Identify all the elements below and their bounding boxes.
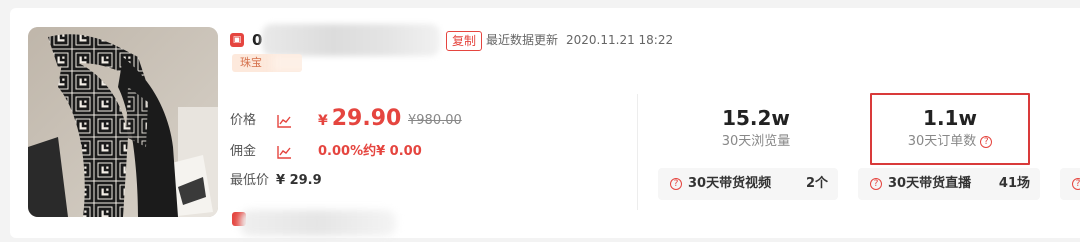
update-time: 2020.11.21 18:22 xyxy=(566,33,674,47)
title-row: ▣ 0 复制 最近数据更新 2020.11.21 18:22 xyxy=(230,24,790,56)
commission-label: 佣金 xyxy=(230,144,257,159)
shop-bag-icon: ▣ xyxy=(230,33,244,47)
lowest-price-row: 最低价 ¥ 29.9 xyxy=(230,170,430,192)
highlight-box xyxy=(870,93,1030,165)
price-trend-icon[interactable] xyxy=(277,114,292,128)
category-tag: 珠宝 xyxy=(232,54,302,72)
tag-blur xyxy=(272,54,302,72)
bottom-blur xyxy=(240,210,396,236)
copy-button[interactable]: 复制 xyxy=(446,31,482,51)
commission-trend-icon[interactable] xyxy=(277,145,292,159)
update-label: 最近数据更新 xyxy=(486,33,559,47)
help-icon[interactable]: ? xyxy=(1072,178,1080,190)
commission-row: 佣金 0.00%约¥ 0.00 xyxy=(230,141,630,163)
price-label: 价格 xyxy=(230,113,257,128)
help-icon[interactable]: ? xyxy=(870,178,882,190)
price-value: 29.90 xyxy=(331,106,402,131)
category-tag-text: 珠宝 xyxy=(240,56,262,69)
lowest-price-label: 最低价 xyxy=(230,173,270,188)
divider xyxy=(637,94,638,210)
price-row: 价格 ¥29.90 ¥980.00 xyxy=(230,106,630,132)
stat-views-label: 30天浏览量 xyxy=(721,134,791,149)
update-info: 最近数据更新 2020.11.21 18:22 xyxy=(486,31,673,49)
pill-lives-value: 41场 xyxy=(998,176,1030,191)
title-blur xyxy=(262,24,440,56)
current-price: ¥29.90 xyxy=(318,104,401,136)
product-card: ▣ 0 复制 最近数据更新 2020.11.21 18:22 珠宝 价格 ¥29.… xyxy=(10,8,1080,238)
pill-lives[interactable]: ? 30天带货直播 41场 xyxy=(858,168,1040,200)
pill-lives-label: 30天带货直播 xyxy=(888,176,972,191)
product-image[interactable] xyxy=(28,27,218,217)
lowest-price-value: ¥ 29.9 xyxy=(276,173,322,188)
pill-videos[interactable]: ? 30天带货视频 2个 xyxy=(658,168,838,200)
original-price: ¥980.00 xyxy=(408,113,462,128)
stat-views: 15.2w 30天浏览量 xyxy=(666,105,846,151)
scarf-image xyxy=(28,27,218,217)
currency-symbol: ¥ xyxy=(318,113,328,129)
product-title[interactable]: 0 xyxy=(252,30,262,50)
commission-value: 0.00%约¥ 0.00 xyxy=(318,144,422,159)
pill-videos-label: 30天带货视频 xyxy=(688,176,772,191)
pill-next-partial[interactable]: ? xyxy=(1060,168,1080,200)
pill-videos-value: 2个 xyxy=(805,176,828,191)
stat-views-value: 15.2w xyxy=(722,106,790,130)
help-icon[interactable]: ? xyxy=(670,178,682,190)
